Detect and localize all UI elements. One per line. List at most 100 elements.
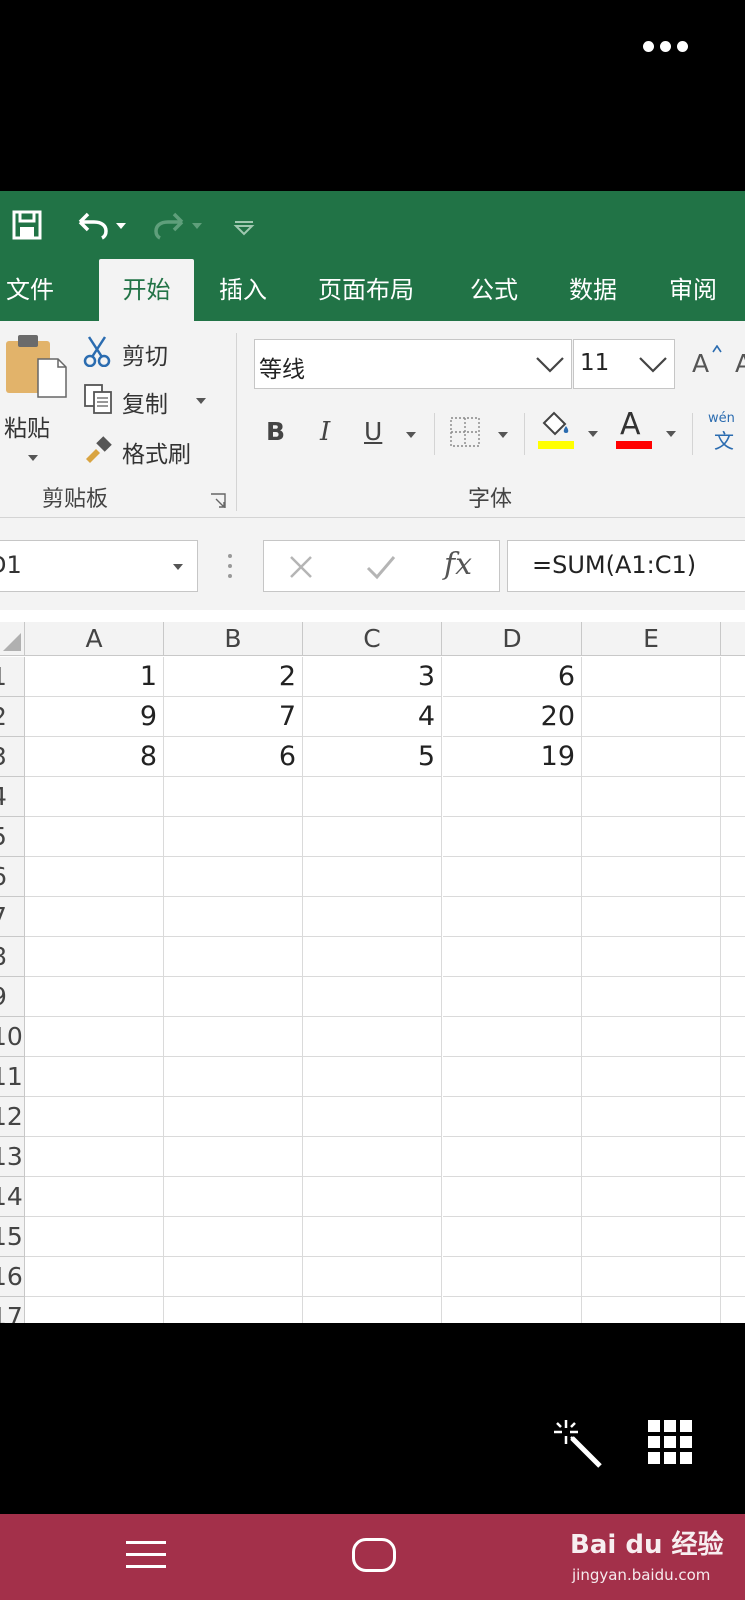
- cell[interactable]: [303, 857, 442, 897]
- cell[interactable]: [164, 897, 303, 937]
- decrease-font-size-button[interactable]: A: [735, 349, 745, 378]
- cell[interactable]: [303, 1057, 442, 1097]
- cell[interactable]: [443, 1137, 582, 1177]
- column-header-b[interactable]: B: [164, 622, 303, 656]
- cell[interactable]: [721, 857, 745, 897]
- cell[interactable]: [303, 1177, 442, 1217]
- cell[interactable]: [443, 1297, 582, 1323]
- save-button[interactable]: [12, 207, 42, 243]
- cell[interactable]: [582, 1217, 721, 1257]
- paste-button[interactable]: 粘贴: [0, 333, 70, 463]
- cell[interactable]: [303, 1217, 442, 1257]
- cell[interactable]: [582, 857, 721, 897]
- increase-font-size-button[interactable]: A: [690, 343, 726, 383]
- cell[interactable]: [303, 1017, 442, 1057]
- cell[interactable]: [721, 1137, 745, 1177]
- cell[interactable]: 2: [164, 657, 303, 697]
- cell[interactable]: [721, 977, 745, 1017]
- undo-button[interactable]: [72, 207, 130, 243]
- row-header[interactable]: 11: [0, 1057, 25, 1097]
- cell[interactable]: [721, 657, 745, 697]
- cell[interactable]: [443, 897, 582, 937]
- column-header-d[interactable]: D: [443, 622, 582, 656]
- copy-button[interactable]: 复制: [82, 383, 212, 419]
- cell[interactable]: 5: [303, 737, 442, 777]
- cell[interactable]: [25, 1017, 164, 1057]
- font-name-combobox[interactable]: 等线: [254, 339, 572, 389]
- enter-icon[interactable]: [366, 554, 396, 580]
- italic-button[interactable]: I: [320, 417, 330, 447]
- cell[interactable]: [443, 1017, 582, 1057]
- cell[interactable]: [303, 777, 442, 817]
- cell[interactable]: [25, 1257, 164, 1297]
- cell[interactable]: [443, 1257, 582, 1297]
- cell[interactable]: [721, 1217, 745, 1257]
- insert-function-button[interactable]: fx: [444, 547, 472, 582]
- cell[interactable]: [303, 1137, 442, 1177]
- cell[interactable]: [582, 737, 721, 777]
- cell[interactable]: 4: [303, 697, 442, 737]
- row-header[interactable]: 16: [0, 1257, 25, 1297]
- cell[interactable]: [721, 1177, 745, 1217]
- cell[interactable]: [164, 1257, 303, 1297]
- phonetic-guide-button[interactable]: wén 文: [706, 411, 742, 457]
- app-grid-button[interactable]: [648, 1420, 692, 1464]
- cell[interactable]: [303, 977, 442, 1017]
- row-header[interactable]: 1: [0, 657, 25, 697]
- cell[interactable]: [25, 897, 164, 937]
- cell[interactable]: [443, 857, 582, 897]
- row-header[interactable]: 7: [0, 897, 25, 937]
- cell[interactable]: [443, 777, 582, 817]
- format-painter-button[interactable]: 格式刷: [82, 433, 212, 469]
- cell[interactable]: 19: [443, 737, 582, 777]
- cell[interactable]: [25, 857, 164, 897]
- cell[interactable]: [164, 1137, 303, 1177]
- cell[interactable]: [582, 1257, 721, 1297]
- cell[interactable]: [582, 1097, 721, 1137]
- tab-file[interactable]: 文件: [6, 259, 54, 321]
- tab-data[interactable]: 数据: [569, 259, 617, 321]
- resize-handle-icon[interactable]: [226, 552, 234, 582]
- row-header[interactable]: 14: [0, 1177, 25, 1217]
- cell[interactable]: [303, 1257, 442, 1297]
- cell[interactable]: [303, 1297, 442, 1323]
- tab-formulas[interactable]: 公式: [470, 259, 518, 321]
- cell[interactable]: 1: [25, 657, 164, 697]
- cell[interactable]: [582, 897, 721, 937]
- cell[interactable]: [303, 897, 442, 937]
- cell[interactable]: [582, 1297, 721, 1323]
- menu-button[interactable]: [126, 1541, 166, 1571]
- cell[interactable]: [25, 977, 164, 1017]
- cell[interactable]: [443, 817, 582, 857]
- cut-button[interactable]: 剪切: [82, 335, 192, 371]
- cell[interactable]: [721, 817, 745, 857]
- cell[interactable]: [25, 1217, 164, 1257]
- cell[interactable]: [582, 657, 721, 697]
- cell[interactable]: [721, 1257, 745, 1297]
- font-color-button[interactable]: A: [616, 407, 684, 457]
- cell[interactable]: [443, 1177, 582, 1217]
- cell[interactable]: [164, 1057, 303, 1097]
- cell[interactable]: 6: [164, 737, 303, 777]
- row-header[interactable]: 15: [0, 1217, 25, 1257]
- fill-color-button[interactable]: [538, 409, 606, 457]
- cell[interactable]: 20: [443, 697, 582, 737]
- cell[interactable]: [582, 777, 721, 817]
- row-header[interactable]: 9: [0, 977, 25, 1017]
- column-header-a[interactable]: A: [25, 622, 164, 656]
- cell[interactable]: 6: [443, 657, 582, 697]
- home-button[interactable]: [352, 1538, 396, 1572]
- cell[interactable]: [25, 777, 164, 817]
- cell[interactable]: [164, 1217, 303, 1257]
- row-header[interactable]: 5: [0, 817, 25, 857]
- column-header-c[interactable]: C: [303, 622, 442, 656]
- cell[interactable]: [303, 1097, 442, 1137]
- cell[interactable]: [25, 1057, 164, 1097]
- cell[interactable]: [164, 977, 303, 1017]
- cell[interactable]: [164, 1177, 303, 1217]
- cell[interactable]: [25, 1297, 164, 1323]
- cell[interactable]: [164, 777, 303, 817]
- tab-insert[interactable]: 插入: [219, 259, 267, 321]
- cell[interactable]: 3: [303, 657, 442, 697]
- cell[interactable]: 8: [25, 737, 164, 777]
